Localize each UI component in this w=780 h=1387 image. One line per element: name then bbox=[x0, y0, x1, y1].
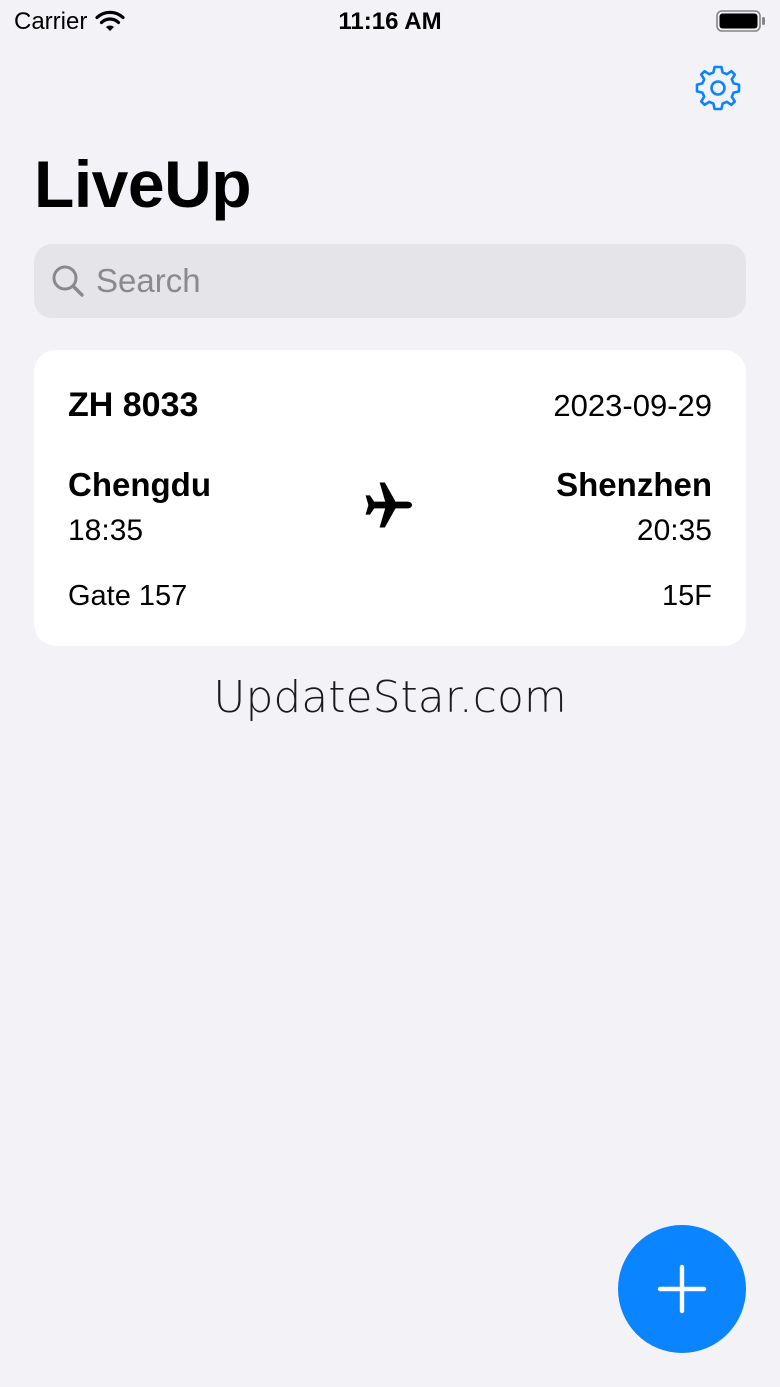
watermark: UpdateStar.com bbox=[213, 672, 567, 723]
page-title: LiveUp bbox=[34, 147, 252, 221]
destination-city: Shenzhen bbox=[556, 466, 712, 503]
flight-date: 2023-09-29 bbox=[553, 388, 712, 423]
search-icon bbox=[52, 265, 84, 297]
app-screen: Carrier 11:16 AM LiveUp ZH 8033 20 bbox=[0, 0, 780, 1387]
arrival-time: 20:35 bbox=[636, 514, 712, 547]
search-bar[interactable] bbox=[34, 244, 746, 318]
gate-label: Gate 157 bbox=[68, 580, 188, 612]
departure-time: 18:35 bbox=[68, 514, 144, 547]
airplane-icon bbox=[365, 482, 412, 528]
gear-icon[interactable] bbox=[694, 64, 742, 112]
status-bar: Carrier 11:16 AM bbox=[0, 0, 780, 44]
origin-city: Chengdu bbox=[68, 466, 211, 503]
flight-number: ZH 8033 bbox=[68, 386, 199, 424]
add-flight-button[interactable] bbox=[618, 1225, 746, 1353]
plus-icon bbox=[657, 1264, 707, 1314]
battery-icon bbox=[716, 10, 765, 32]
flight-card[interactable]: ZH 8033 2023-09-29 Chengdu 18:35 Shenzhe… bbox=[34, 350, 746, 646]
seat-label: 15F bbox=[662, 580, 712, 612]
search-input[interactable] bbox=[96, 262, 696, 300]
status-time: 11:16 AM bbox=[338, 8, 442, 35]
